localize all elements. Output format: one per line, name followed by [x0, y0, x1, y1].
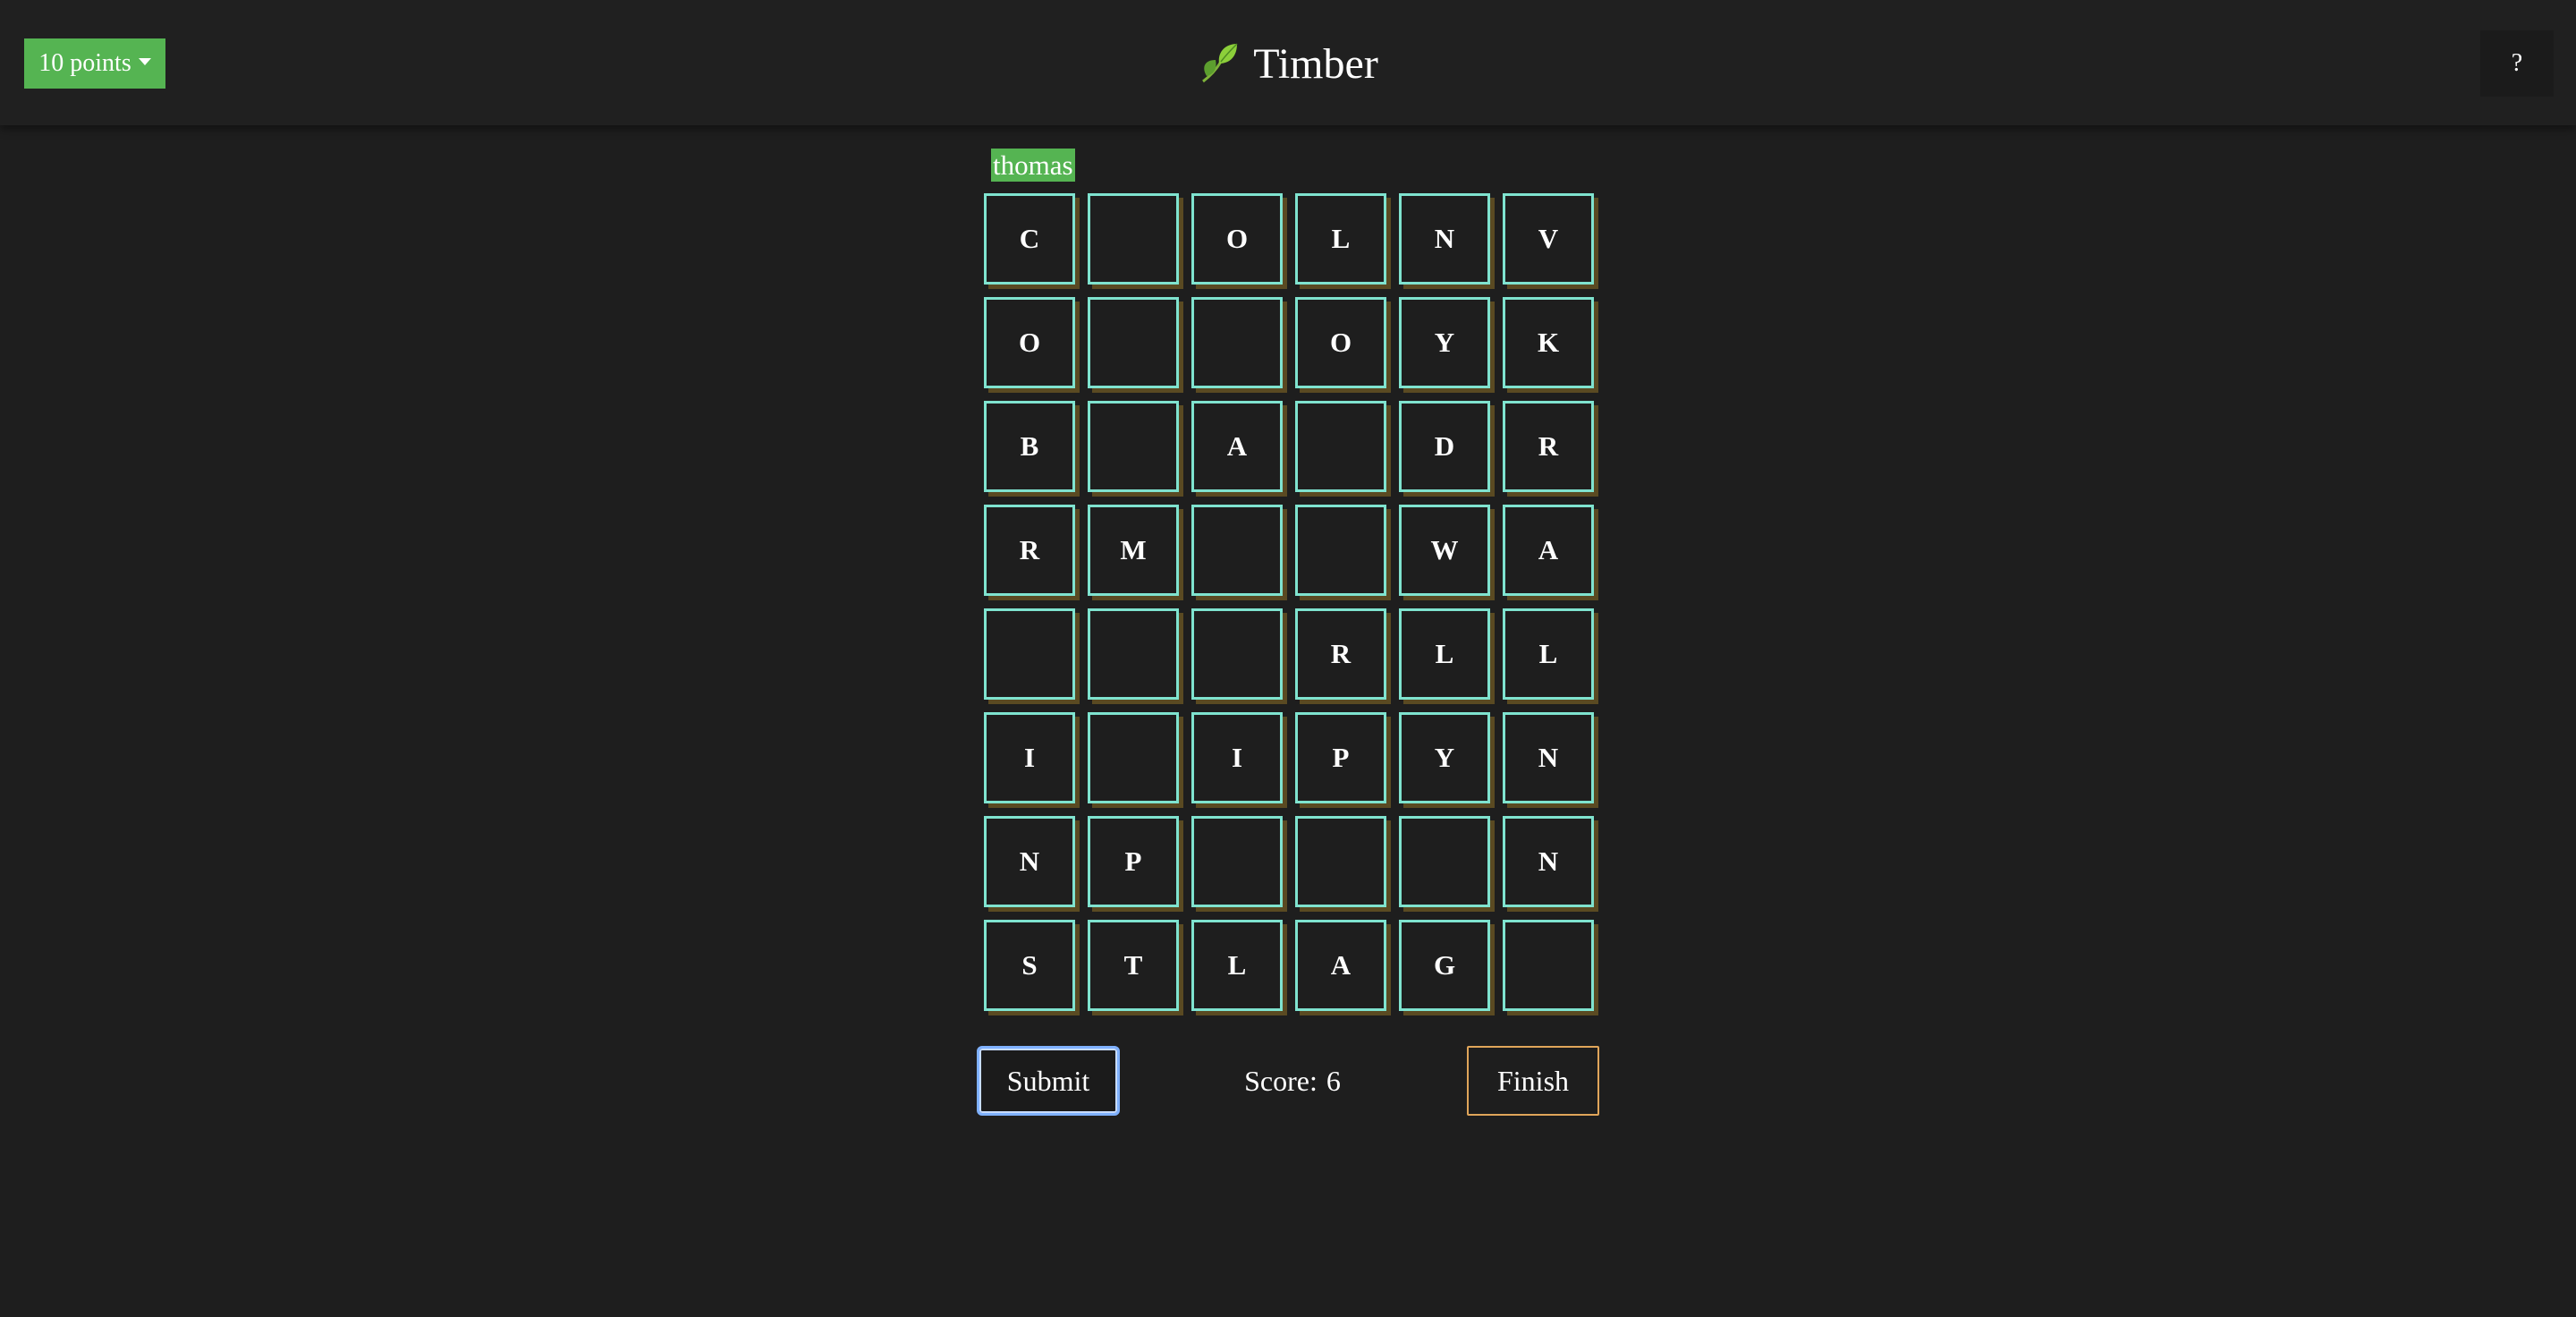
letter-tile[interactable]: Y — [1399, 712, 1490, 803]
letter-tile[interactable]: C — [984, 193, 1075, 285]
letter-tile[interactable]: K — [1503, 297, 1594, 388]
letter-tile[interactable]: L — [1399, 608, 1490, 700]
letter-tile[interactable]: R — [1503, 401, 1594, 492]
letter-tile[interactable]: N — [1399, 193, 1490, 285]
letter-tile[interactable]: P — [1088, 816, 1179, 907]
letter-tile[interactable]: I — [1191, 712, 1283, 803]
letter-tile[interactable]: V — [1503, 193, 1594, 285]
top-bar: 10 points Timber ? — [0, 0, 2576, 125]
brand: Timber — [0, 32, 2576, 95]
letter-tile[interactable]: T — [1088, 920, 1179, 1011]
letter-tile[interactable] — [1191, 816, 1283, 907]
letter-tile[interactable]: O — [1295, 297, 1386, 388]
letter-tile[interactable]: B — [984, 401, 1075, 492]
help-button[interactable]: ? — [2480, 30, 2554, 97]
letter-tile[interactable] — [1088, 401, 1179, 492]
letter-tile[interactable]: R — [984, 505, 1075, 596]
letter-tile[interactable] — [1088, 608, 1179, 700]
leaf-icon — [1202, 43, 1238, 83]
letter-tile[interactable]: M — [1088, 505, 1179, 596]
letter-tile[interactable]: P — [1295, 712, 1386, 803]
letter-tile[interactable]: L — [1503, 608, 1594, 700]
letter-tile[interactable]: W — [1399, 505, 1490, 596]
letter-tile[interactable]: R — [1295, 608, 1386, 700]
letter-grid: COLNVOOYKBADRRMWARLLIIPYNNPNSTLAG — [984, 193, 1594, 1011]
letter-tile[interactable] — [1088, 297, 1179, 388]
letter-tile[interactable] — [1503, 920, 1594, 1011]
finish-button[interactable]: Finish — [1467, 1046, 1599, 1116]
letter-tile[interactable]: L — [1191, 920, 1283, 1011]
letter-tile[interactable]: N — [984, 816, 1075, 907]
submit-button[interactable]: Submit — [977, 1046, 1120, 1116]
letter-tile[interactable]: I — [984, 712, 1075, 803]
letter-tile[interactable] — [1295, 401, 1386, 492]
letter-tile[interactable]: D — [1399, 401, 1490, 492]
score-label: Score: — [1244, 1064, 1318, 1097]
letter-tile[interactable] — [1295, 505, 1386, 596]
letter-tile[interactable]: Y — [1399, 297, 1490, 388]
letter-tile[interactable] — [1399, 816, 1490, 907]
letter-tile[interactable]: O — [1191, 193, 1283, 285]
letter-tile[interactable]: A — [1503, 505, 1594, 596]
letter-tile[interactable]: S — [984, 920, 1075, 1011]
letter-tile[interactable]: N — [1503, 816, 1594, 907]
letter-tile[interactable]: L — [1295, 193, 1386, 285]
letter-tile[interactable]: N — [1503, 712, 1594, 803]
letter-tile[interactable] — [1191, 505, 1283, 596]
letter-tile[interactable]: G — [1399, 920, 1490, 1011]
letter-tile[interactable]: A — [1295, 920, 1386, 1011]
letter-tile[interactable] — [1191, 297, 1283, 388]
score-value: 6 — [1326, 1064, 1341, 1097]
letter-tile[interactable] — [1191, 608, 1283, 700]
letter-tile[interactable] — [1088, 712, 1179, 803]
letter-tile[interactable] — [1088, 193, 1179, 285]
letter-tile[interactable]: A — [1191, 401, 1283, 492]
letter-tile[interactable]: O — [984, 297, 1075, 388]
letter-tile[interactable] — [1295, 816, 1386, 907]
letter-tile[interactable] — [984, 608, 1075, 700]
player-name-badge: thomas — [991, 149, 1075, 182]
score-display: Score: 6 — [1199, 1056, 1386, 1106]
app-title: Timber — [1253, 39, 1378, 88]
